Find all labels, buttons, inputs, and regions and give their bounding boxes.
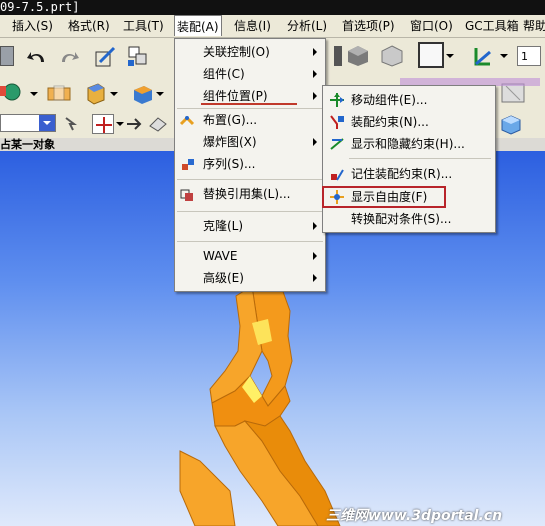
menu-item-assembly-constraints[interactable]: 装配约束(N)... (323, 111, 495, 133)
chevron-down-icon[interactable] (116, 122, 124, 126)
submenu-arrow-icon (313, 48, 317, 56)
menu-item-clone[interactable]: 克隆(L) (175, 215, 325, 237)
submenu-arrow-icon (313, 222, 317, 230)
snap-point-icon[interactable] (92, 114, 114, 134)
window-title-bar: 09-7.5.prt] (0, 0, 545, 15)
selection-filter-icon[interactable] (64, 116, 82, 132)
menu-gc-toolbox[interactable]: GC工具箱 (465, 15, 519, 37)
menu-window[interactable]: 窗口(O) (410, 15, 453, 37)
redo-icon[interactable] (58, 48, 80, 66)
menu-item-arrangements[interactable]: 布置(G)... (175, 109, 325, 131)
menu-analysis[interactable]: 分析(L) (287, 15, 327, 37)
chevron-down-icon[interactable] (156, 92, 164, 96)
chevron-down-icon[interactable] (446, 54, 454, 58)
undo-icon[interactable] (26, 48, 48, 66)
toolbar-separator-icon (334, 46, 342, 66)
menu-item-exploded-views[interactable]: 爆炸图(X) (175, 131, 325, 153)
arrow-right-icon[interactable] (126, 118, 142, 130)
menu-preferences[interactable]: 首选项(P) (342, 15, 395, 37)
menu-item-convert-mating-conditions[interactable]: 转换配对条件(S)... (323, 208, 495, 230)
menu-item-replace-reference-set[interactable]: 替换引用集(L)... (175, 183, 325, 205)
layer-tool-icon[interactable] (126, 44, 150, 68)
menu-item-wave[interactable]: WAVE (175, 245, 325, 267)
show-hide-constraints-icon (329, 136, 345, 152)
background-view-icon[interactable] (418, 42, 444, 68)
menu-item-show-degrees-of-freedom[interactable]: 显示自由度(F) (323, 186, 495, 208)
replace-reference-set-icon (179, 187, 195, 201)
menu-separator (349, 158, 491, 159)
menu-separator (177, 241, 323, 242)
print-icon[interactable] (0, 46, 14, 66)
new-component-icon[interactable] (46, 84, 74, 104)
eraser-icon[interactable] (148, 116, 168, 132)
menu-item-advanced[interactable]: 高级(E) (175, 267, 325, 289)
menu-assembly[interactable]: 装配(A) (174, 15, 222, 36)
cube-view-icon[interactable] (500, 114, 522, 136)
reposition-component-icon[interactable] (130, 82, 154, 106)
chevron-down-icon[interactable] (110, 92, 118, 96)
menu-insert[interactable]: 插入(S) (12, 15, 53, 37)
selection-prompt: 占某一对象 (0, 138, 55, 151)
add-component-icon[interactable] (0, 82, 22, 104)
submenu-arrow-icon (313, 138, 317, 146)
arrangements-icon (179, 113, 195, 127)
menu-item-show-hide-constraints[interactable]: 显示和隐藏约束(H)... (323, 133, 495, 155)
menu-help[interactable]: 帮助 (523, 15, 545, 37)
assembly-constraints-icon (329, 114, 345, 130)
sketch-tool-icon[interactable] (94, 44, 118, 68)
degrees-of-freedom-icon (329, 189, 345, 205)
window-title: 09-7.5.prt] (0, 0, 80, 14)
type-filter-select[interactable] (0, 114, 56, 132)
mate-component-icon[interactable] (84, 82, 108, 106)
assembly-menu: 关联控制(O) 组件(C) 组件位置(P) 布置(G)... 爆炸图(X) 序列… (174, 38, 326, 292)
menu-bar: 插入(S) 格式(R) 工具(T) 装配(A) 信息(I) 分析(L) 首选项(… (0, 15, 545, 38)
menu-item-move-component[interactable]: 移动组件(E)... (323, 89, 495, 111)
submenu-arrow-icon (313, 252, 317, 260)
orient-view-icon[interactable] (470, 44, 498, 68)
zoom-input[interactable]: 1 (517, 46, 541, 66)
menu-separator (177, 211, 323, 212)
chevron-down-icon[interactable] (30, 92, 38, 96)
move-component-icon (329, 92, 345, 108)
wireframe-view-icon[interactable] (380, 44, 404, 68)
submenu-arrow-icon (313, 92, 317, 100)
menu-separator (177, 179, 323, 180)
sequence-icon (181, 157, 195, 171)
shaded-view-icon[interactable] (346, 44, 370, 68)
remember-constraints-icon (329, 166, 345, 182)
submenu-arrow-icon (313, 70, 317, 78)
watermark-text: 三维网www.3dportal.cn (326, 508, 503, 524)
menu-item-association-control[interactable]: 关联控制(O) (175, 41, 325, 63)
menu-item-components[interactable]: 组件(C) (175, 63, 325, 85)
component-position-submenu: 移动组件(E)... 装配约束(N)... 显示和隐藏约束(H)... 记住装配… (322, 85, 496, 233)
menu-information[interactable]: 信息(I) (234, 15, 271, 37)
highlight-underline (201, 103, 297, 105)
menu-item-remember-constraints[interactable]: 记住装配约束(R)... (323, 163, 495, 185)
menu-format[interactable]: 格式(R) (68, 15, 110, 37)
menu-tools[interactable]: 工具(T) (123, 15, 164, 37)
submenu-arrow-icon (313, 274, 317, 282)
chevron-down-icon[interactable] (500, 54, 508, 58)
menu-item-sequence[interactable]: 序列(S)... (175, 153, 325, 175)
